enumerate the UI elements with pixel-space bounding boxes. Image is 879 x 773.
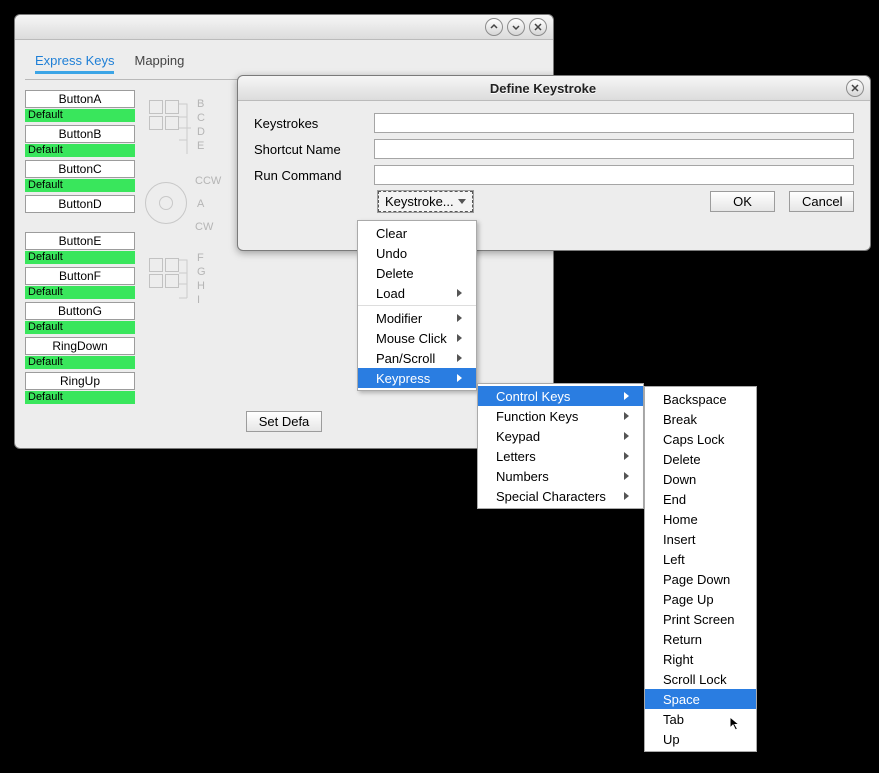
status-default: Default xyxy=(25,356,135,369)
status-default: Default xyxy=(25,321,135,334)
chevron-down-icon xyxy=(458,199,466,204)
run-command-input[interactable] xyxy=(374,165,854,185)
main-titlebar[interactable] xyxy=(15,15,553,40)
run-command-label: Run Command xyxy=(254,168,364,183)
menu-item-clear[interactable]: Clear xyxy=(358,223,476,243)
menu-item-delete[interactable]: Delete xyxy=(358,263,476,283)
menu-item-insert[interactable]: Insert xyxy=(645,529,756,549)
menu-item-right[interactable]: Right xyxy=(645,649,756,669)
button-list: ButtonADefaultButtonBDefaultButtonCDefau… xyxy=(25,90,135,407)
button-ringdown[interactable]: RingDown xyxy=(25,337,135,355)
menu-item-keypress[interactable]: Keypress xyxy=(358,368,476,388)
menu-item-scroll-lock[interactable]: Scroll Lock xyxy=(645,669,756,689)
menu-item-numbers[interactable]: Numbers xyxy=(478,466,643,486)
status-default: Default xyxy=(25,179,135,192)
menu-item-mouse-click[interactable]: Mouse Click xyxy=(358,328,476,348)
diagram: B C D E CCW A CW F G H I xyxy=(147,90,237,360)
button-buttong[interactable]: ButtonG xyxy=(25,302,135,320)
menu-item-delete[interactable]: Delete xyxy=(645,449,756,469)
button-buttond[interactable]: ButtonD xyxy=(25,195,135,213)
button-buttonc[interactable]: ButtonC xyxy=(25,160,135,178)
tab-express-keys[interactable]: Express Keys xyxy=(25,50,124,79)
status-default: Default xyxy=(25,391,135,404)
status-default: Default xyxy=(25,109,135,122)
ok-button[interactable]: OK xyxy=(710,191,775,212)
menu-item-letters[interactable]: Letters xyxy=(478,446,643,466)
menu-item-break[interactable]: Break xyxy=(645,409,756,429)
status-default: Default xyxy=(25,144,135,157)
control-keys-submenu[interactable]: BackspaceBreakCaps LockDeleteDownEndHome… xyxy=(644,386,757,752)
menu-item-print-screen[interactable]: Print Screen xyxy=(645,609,756,629)
keystroke-combo-button[interactable]: Keystroke... xyxy=(378,191,473,212)
menu-item-up[interactable]: Up xyxy=(645,729,756,749)
keystroke-menu[interactable]: ClearUndoDeleteLoad ModifierMouse ClickPa… xyxy=(357,220,477,391)
menu-item-keypad[interactable]: Keypad xyxy=(478,426,643,446)
menu-item-control-keys[interactable]: Control Keys xyxy=(478,386,643,406)
menu-item-undo[interactable]: Undo xyxy=(358,243,476,263)
keystrokes-label: Keystrokes xyxy=(254,116,364,131)
tab-mapping[interactable]: Mapping xyxy=(124,50,194,79)
menu-item-return[interactable]: Return xyxy=(645,629,756,649)
dialog-title: Define Keystroke xyxy=(244,81,842,96)
menu-item-backspace[interactable]: Backspace xyxy=(645,389,756,409)
status-empty xyxy=(25,214,135,229)
menu-item-special-characters[interactable]: Special Characters xyxy=(478,486,643,506)
button-buttonb[interactable]: ButtonB xyxy=(25,125,135,143)
define-keystroke-dialog: Define Keystroke Keystrokes Shortcut Nam… xyxy=(237,75,871,251)
cancel-button[interactable]: Cancel xyxy=(789,191,854,212)
menu-item-end[interactable]: End xyxy=(645,489,756,509)
button-buttone[interactable]: ButtonE xyxy=(25,232,135,250)
button-buttona[interactable]: ButtonA xyxy=(25,90,135,108)
minimize-button[interactable] xyxy=(485,18,503,36)
dialog-titlebar[interactable]: Define Keystroke xyxy=(238,76,870,101)
menu-item-modifier[interactable]: Modifier xyxy=(358,308,476,328)
dialog-close-button[interactable] xyxy=(846,79,864,97)
keystrokes-input[interactable] xyxy=(374,113,854,133)
menu-item-space[interactable]: Space xyxy=(645,689,756,709)
menu-item-home[interactable]: Home xyxy=(645,509,756,529)
status-default: Default xyxy=(25,286,135,299)
keypress-submenu[interactable]: Control KeysFunction KeysKeypadLettersNu… xyxy=(477,383,644,509)
menu-item-tab[interactable]: Tab xyxy=(645,709,756,729)
menu-item-load[interactable]: Load xyxy=(358,283,476,303)
menu-item-page-down[interactable]: Page Down xyxy=(645,569,756,589)
menu-item-function-keys[interactable]: Function Keys xyxy=(478,406,643,426)
button-ringup[interactable]: RingUp xyxy=(25,372,135,390)
maximize-button[interactable] xyxy=(507,18,525,36)
menu-item-pan-scroll[interactable]: Pan/Scroll xyxy=(358,348,476,368)
menu-item-left[interactable]: Left xyxy=(645,549,756,569)
shortcut-name-input[interactable] xyxy=(374,139,854,159)
menu-item-page-up[interactable]: Page Up xyxy=(645,589,756,609)
button-buttonf[interactable]: ButtonF xyxy=(25,267,135,285)
menu-item-down[interactable]: Down xyxy=(645,469,756,489)
status-default: Default xyxy=(25,251,135,264)
menu-item-caps-lock[interactable]: Caps Lock xyxy=(645,429,756,449)
set-defaults-button[interactable]: Set Defa xyxy=(246,411,323,432)
shortcut-name-label: Shortcut Name xyxy=(254,142,364,157)
close-button[interactable] xyxy=(529,18,547,36)
